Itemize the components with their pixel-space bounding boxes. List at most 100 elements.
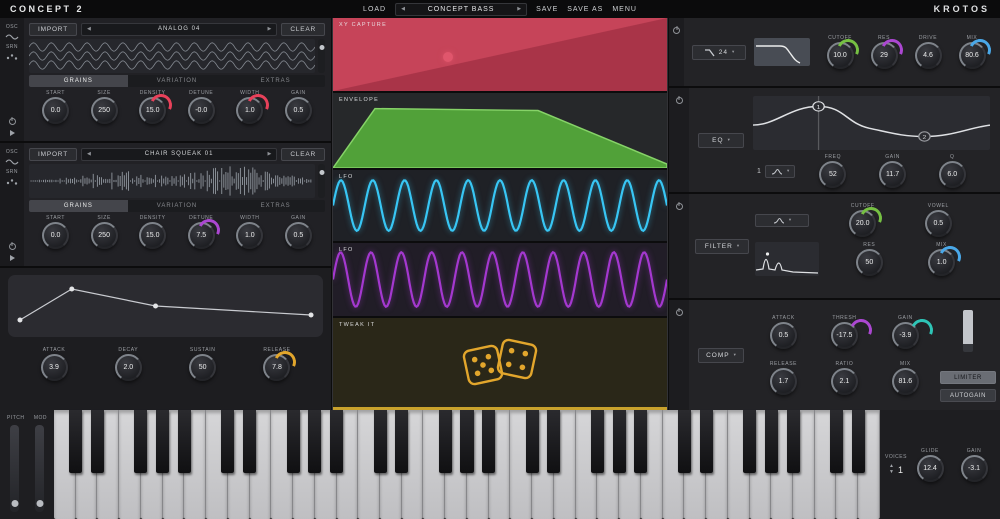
osc1-gain-slider[interactable] <box>318 39 325 73</box>
import-button[interactable]: IMPORT <box>29 148 77 161</box>
slider-handle[interactable] <box>319 170 324 175</box>
knob-density[interactable]: DENSITY15.0 <box>131 90 175 124</box>
save-button[interactable]: SAVE <box>536 6 558 13</box>
eq-node-2[interactable]: 2 <box>923 135 927 141</box>
pitch-wheel[interactable] <box>10 425 19 512</box>
piano-black-key[interactable] <box>156 410 169 473</box>
tab-extras[interactable]: EXTRAS <box>226 200 325 212</box>
power-icon[interactable] <box>9 118 16 125</box>
knob-gain[interactable]: GAIN0.5 <box>276 90 320 124</box>
knob-density[interactable]: DENSITY15.0 <box>131 215 175 249</box>
piano-black-key[interactable] <box>134 410 147 473</box>
tweak-it-panel[interactable]: TWEAK IT <box>333 316 667 410</box>
sample-prev-icon[interactable]: ◀ <box>87 27 91 32</box>
piano-black-key[interactable] <box>830 410 843 473</box>
knob-size[interactable]: SIZE250 <box>82 90 126 124</box>
import-button[interactable]: IMPORT <box>29 23 77 36</box>
piano-black-key[interactable] <box>613 410 626 473</box>
piano-black-key[interactable] <box>287 410 300 473</box>
keyboard-keys[interactable] <box>54 410 880 519</box>
sample-next-icon[interactable]: ▶ <box>267 152 271 157</box>
eq-curve-display[interactable]: 1 2 <box>753 96 990 150</box>
sample-selector[interactable]: ◀ ANALOG 04 ▶ <box>81 23 277 36</box>
tab-extras[interactable]: EXTRAS <box>226 75 325 87</box>
play-icon[interactable] <box>10 255 15 261</box>
osc2-waveform-display[interactable] <box>29 164 315 198</box>
piano-black-key[interactable] <box>439 410 452 473</box>
knob-sustain[interactable]: SUSTAIN50 <box>181 347 225 381</box>
power-icon[interactable] <box>676 309 683 316</box>
piano-black-key[interactable] <box>330 410 343 473</box>
tab-variation[interactable]: VARIATION <box>128 75 227 87</box>
wheel-handle[interactable] <box>11 500 18 507</box>
load-button[interactable]: LOAD <box>363 6 386 13</box>
power-icon[interactable] <box>9 243 16 250</box>
envelope-panel[interactable]: ENVELOPE <box>333 91 667 168</box>
sample-selector[interactable]: ◀ CHAIR SQUEAK 01 ▶ <box>81 148 277 161</box>
piano-black-key[interactable] <box>374 410 387 473</box>
knob-cutoff[interactable]: CUTOFF20.0 <box>841 203 885 237</box>
preset-prev-icon[interactable]: ◀ <box>401 7 405 12</box>
play-icon[interactable] <box>10 130 15 136</box>
slider-handle[interactable] <box>319 45 324 50</box>
limiter-button[interactable]: LIMITER <box>940 371 996 384</box>
power-icon[interactable] <box>673 27 680 34</box>
piano-black-key[interactable] <box>243 410 256 473</box>
clear-button[interactable]: CLEAR <box>281 148 325 161</box>
autogain-button[interactable]: AUTOGAIN <box>940 389 996 402</box>
menu-button[interactable]: MENU <box>612 6 637 13</box>
tab-grains[interactable]: GRAINS <box>29 75 128 87</box>
knob-thresh[interactable]: THRESH-17.5 <box>814 315 875 349</box>
piano-black-key[interactable] <box>765 410 778 473</box>
filter-slope-selector[interactable]: 24 ▾ <box>692 45 746 60</box>
piano-black-key[interactable] <box>743 410 756 473</box>
knob-decay[interactable]: DECAY2.0 <box>106 347 150 381</box>
vowel-mode-selector[interactable]: ▾ <box>755 214 809 227</box>
knob-width[interactable]: WIDTH1.0 <box>228 90 272 124</box>
voices-stepper[interactable]: ▲ ▼ 1 <box>889 464 903 475</box>
eq-node-1[interactable]: 1 <box>817 104 821 110</box>
lfo2-panel[interactable]: LFO <box>333 241 667 316</box>
mod-wheel[interactable] <box>35 425 44 512</box>
osc2-gain-slider[interactable] <box>318 164 325 198</box>
wheel-handle[interactable] <box>36 500 43 507</box>
knob-mix[interactable]: MIX1.0 <box>920 242 964 276</box>
sine-wave-icon[interactable] <box>5 158 19 166</box>
eq-type-selector[interactable]: EQ ▾ <box>698 133 744 148</box>
knob-gain[interactable]: GAIN-3.9 <box>875 315 936 349</box>
piano-black-key[interactable] <box>852 410 865 473</box>
sine-wave-icon[interactable] <box>5 33 19 41</box>
knob-start[interactable]: START0.0 <box>34 215 78 249</box>
piano-black-key[interactable] <box>700 410 713 473</box>
lfo1-panel[interactable]: LFO <box>333 168 667 241</box>
voices-down-icon[interactable]: ▼ <box>889 470 894 475</box>
eq-band-type-selector[interactable]: ▾ <box>765 165 795 178</box>
knob-res[interactable]: RES50 <box>847 242 891 276</box>
preset-selector[interactable]: ◀ CONCEPT BASS ▶ <box>395 3 527 16</box>
knob-mix[interactable]: MIX81.6 <box>875 361 936 395</box>
knob-detune[interactable]: DETUNE7.5 <box>179 215 223 249</box>
xy-cursor[interactable] <box>443 52 453 62</box>
grains-icon[interactable] <box>5 178 19 186</box>
knob-drive[interactable]: DRIVE4.6 <box>906 35 950 69</box>
piano-black-key[interactable] <box>460 410 473 473</box>
knob-q[interactable]: Q6.0 <box>930 154 974 188</box>
knob-gain[interactable]: GAIN11.7 <box>871 154 915 188</box>
piano-black-key[interactable] <box>221 410 234 473</box>
knob-vowel[interactable]: VOWEL0.5 <box>916 203 960 237</box>
tab-variation[interactable]: VARIATION <box>128 200 227 212</box>
knob-gain[interactable]: GAIN-3.1 <box>952 448 996 482</box>
piano-black-key[interactable] <box>91 410 104 473</box>
knob-mix[interactable]: MIX80.6 <box>950 35 994 69</box>
sample-next-icon[interactable]: ▶ <box>267 27 271 32</box>
knob-attack[interactable]: ATTACK3.9 <box>32 347 76 381</box>
save-as-button[interactable]: SAVE AS <box>567 6 603 13</box>
knob-attack[interactable]: ATTACK0.5 <box>753 315 814 349</box>
knob-release[interactable]: RELEASE1.7 <box>753 361 814 395</box>
knob-cutoff[interactable]: CUTOFF10.0 <box>818 35 862 69</box>
knob-size[interactable]: SIZE250 <box>82 215 126 249</box>
knob-width[interactable]: WIDTH1.0 <box>228 215 272 249</box>
piano-black-key[interactable] <box>591 410 604 473</box>
piano-black-key[interactable] <box>178 410 191 473</box>
piano-black-key[interactable] <box>526 410 539 473</box>
